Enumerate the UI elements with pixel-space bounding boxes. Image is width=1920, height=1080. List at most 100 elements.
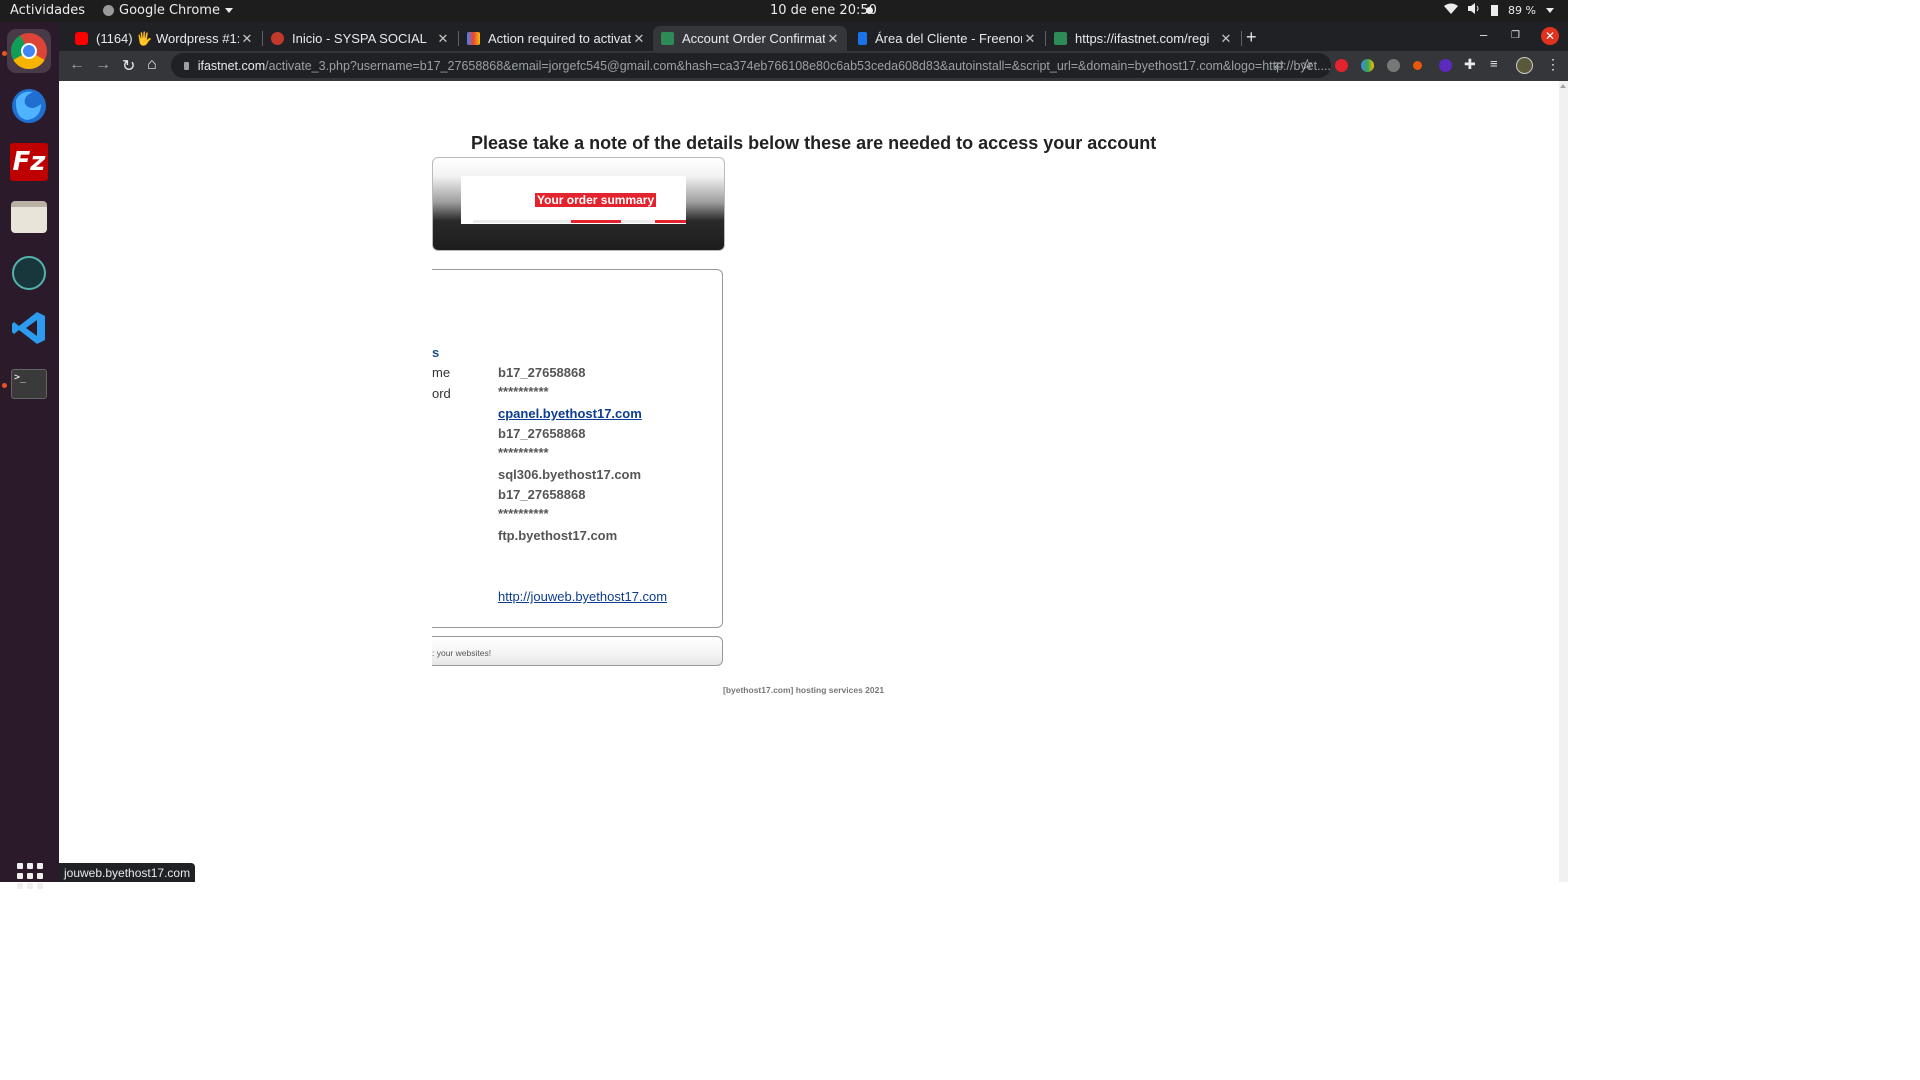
battery-icon xyxy=(1491,4,1499,16)
tab-freenom[interactable]: Área del Cliente - Freenon ✕ xyxy=(850,26,1044,51)
page-heading: Please take a note of the details below … xyxy=(471,133,1157,153)
ifastnet-favicon-icon xyxy=(661,32,674,45)
tab-ifastnet-register[interactable]: https://ifastnet.com/regi ✕ xyxy=(1046,26,1240,51)
tab-account-order[interactable]: Account Order Confirmat ✕ xyxy=(653,26,847,51)
filezilla-icon: Fz xyxy=(10,143,48,181)
freenom-favicon-icon xyxy=(858,32,867,45)
gmail-favicon-icon xyxy=(467,32,480,45)
app-menu[interactable]: Google Chrome xyxy=(103,3,233,18)
tab-divider xyxy=(1241,31,1242,46)
order-summary-label: Your order summary xyxy=(535,193,657,207)
extension-purple-icon[interactable] xyxy=(1439,59,1452,72)
tab-title: Action required to activat xyxy=(488,31,631,46)
ifastnet-favicon-icon xyxy=(1054,32,1067,45)
syspa-favicon-icon xyxy=(271,32,284,45)
bookmark-star-icon[interactable]: ☆ xyxy=(1301,56,1314,73)
activities-button[interactable]: Actividades xyxy=(10,3,85,18)
window-close-icon[interactable]: ✕ xyxy=(1541,27,1559,45)
dock-files[interactable] xyxy=(7,195,51,239)
page-content: Please take a note of the details below … xyxy=(59,81,1559,882)
terminal-icon: >_ xyxy=(11,369,47,399)
dock-vscode[interactable] xyxy=(7,306,51,350)
page-scrollbar[interactable] xyxy=(1559,81,1568,882)
tab-youtube[interactable]: (1164) 🖐 Wordpress #1: I ✕ xyxy=(67,26,261,51)
url-path: /activate_3.php?username=b17_27658868&em… xyxy=(265,58,1331,73)
link-status-bar: jouweb.byethost17.com xyxy=(59,863,196,882)
battery-level: 89 % xyxy=(1508,3,1536,17)
firefox-icon xyxy=(12,89,46,123)
footer-text: : your websites! xyxy=(432,648,492,658)
youtube-favicon-icon xyxy=(75,32,88,45)
tab-bar-segment-active xyxy=(655,220,686,223)
home-icon[interactable]: ⌂ xyxy=(147,56,157,74)
browser-toolbar: ← → ↻ ⌂ ifastnet.com /activate_3.php?use… xyxy=(59,51,1568,81)
gitkraken-icon xyxy=(12,256,46,290)
wifi-icon xyxy=(1444,3,1459,17)
password-label-fragment: ord xyxy=(432,386,451,401)
chrome-app-icon xyxy=(103,5,114,16)
account-details-panel xyxy=(432,269,723,628)
lock-icon xyxy=(184,61,189,70)
translate-icon[interactable]: ⇄ xyxy=(1274,58,1284,72)
close-icon[interactable]: ✕ xyxy=(1022,31,1038,47)
extension-colorful-icon[interactable] xyxy=(1361,59,1374,72)
close-icon[interactable]: ✕ xyxy=(239,31,255,47)
dock-chrome[interactable] xyxy=(7,29,51,73)
ftp-username: b17_27658868 xyxy=(498,487,586,502)
tab-strip: (1164) 🖐 Wordpress #1: I ✕ Inicio - SYSP… xyxy=(59,22,1568,51)
reading-list-icon[interactable]: ≡ xyxy=(1490,56,1498,71)
dock-firefox[interactable] xyxy=(7,84,51,128)
reload-icon[interactable]: ↻ xyxy=(122,56,135,76)
vscode-icon xyxy=(12,312,45,344)
ftp-password: ********** xyxy=(498,506,549,521)
show-applications-icon[interactable] xyxy=(17,863,43,889)
website-link[interactable]: http://jouweb.byethost17.com xyxy=(498,589,667,604)
tab-title: Inicio - SYSPA SOCIAL xyxy=(292,31,427,46)
section-label-fragment: s xyxy=(432,345,440,360)
menu-kebab-icon[interactable]: ⋮ xyxy=(1546,56,1560,73)
chrome-icon xyxy=(10,33,47,70)
tab-bar-segment-active xyxy=(571,220,621,223)
tab-gmail[interactable]: Action required to activat ✕ xyxy=(459,26,653,51)
mysql-password: ********** xyxy=(498,445,549,460)
forward-icon[interactable]: → xyxy=(95,56,111,74)
url-host: ifastnet.com xyxy=(197,58,266,73)
dock-gitkraken[interactable] xyxy=(7,251,51,295)
close-icon[interactable]: ✕ xyxy=(825,31,841,47)
mysql-hostname: sql306.byethost17.com xyxy=(498,467,642,482)
tray-menu-arrow-icon xyxy=(1546,7,1554,13)
ubuntu-dock: Fz >_ xyxy=(0,22,59,889)
extension-red-icon[interactable] xyxy=(1335,59,1348,72)
dock-filezilla[interactable]: Fz xyxy=(7,140,51,184)
clock[interactable]: 10 de ene 20:50 xyxy=(770,3,877,18)
tab-bar-segment xyxy=(473,220,571,223)
extensions-puzzle-icon[interactable]: ✚ xyxy=(1464,56,1476,73)
cpanel-password: ********** xyxy=(498,384,549,399)
close-icon[interactable]: ✕ xyxy=(631,31,647,47)
tab-title: Account Order Confirmat xyxy=(682,31,825,46)
back-icon[interactable]: ← xyxy=(69,56,85,74)
close-icon[interactable]: ✕ xyxy=(435,31,451,47)
volume-icon xyxy=(1468,3,1481,17)
app-menu-label: Google Chrome xyxy=(119,3,220,18)
new-tab-button[interactable]: + xyxy=(1246,27,1257,48)
running-indicator-icon xyxy=(2,383,7,388)
close-icon[interactable]: ✕ xyxy=(1218,31,1234,47)
extension-orange-icon[interactable] xyxy=(1413,61,1422,70)
tab-title: (1164) 🖐 Wordpress #1: I xyxy=(96,30,239,46)
tab-title: Área del Cliente - Freenon xyxy=(875,31,1022,46)
extension-gray-icon[interactable] xyxy=(1387,59,1400,72)
mysql-username: b17_27658868 xyxy=(498,426,586,441)
profile-avatar[interactable] xyxy=(1516,57,1533,74)
dock-terminal[interactable]: >_ xyxy=(7,362,51,406)
tab-bar-segment xyxy=(621,220,655,223)
minimize-icon[interactable]: – xyxy=(1480,27,1487,42)
scroll-up-arrow-icon[interactable] xyxy=(1560,84,1566,88)
cpanel-url-link[interactable]: cpanel.byethost17.com xyxy=(498,406,642,421)
notification-dot-icon xyxy=(866,7,873,14)
restore-icon[interactable]: ❐ xyxy=(1511,30,1520,41)
running-indicator-icon xyxy=(2,51,7,56)
tab-syspa[interactable]: Inicio - SYSPA SOCIAL ✕ xyxy=(263,26,457,51)
system-tray[interactable]: 89 % xyxy=(1444,3,1554,17)
address-bar[interactable]: ifastnet.com /activate_3.php?username=b1… xyxy=(171,53,1331,78)
